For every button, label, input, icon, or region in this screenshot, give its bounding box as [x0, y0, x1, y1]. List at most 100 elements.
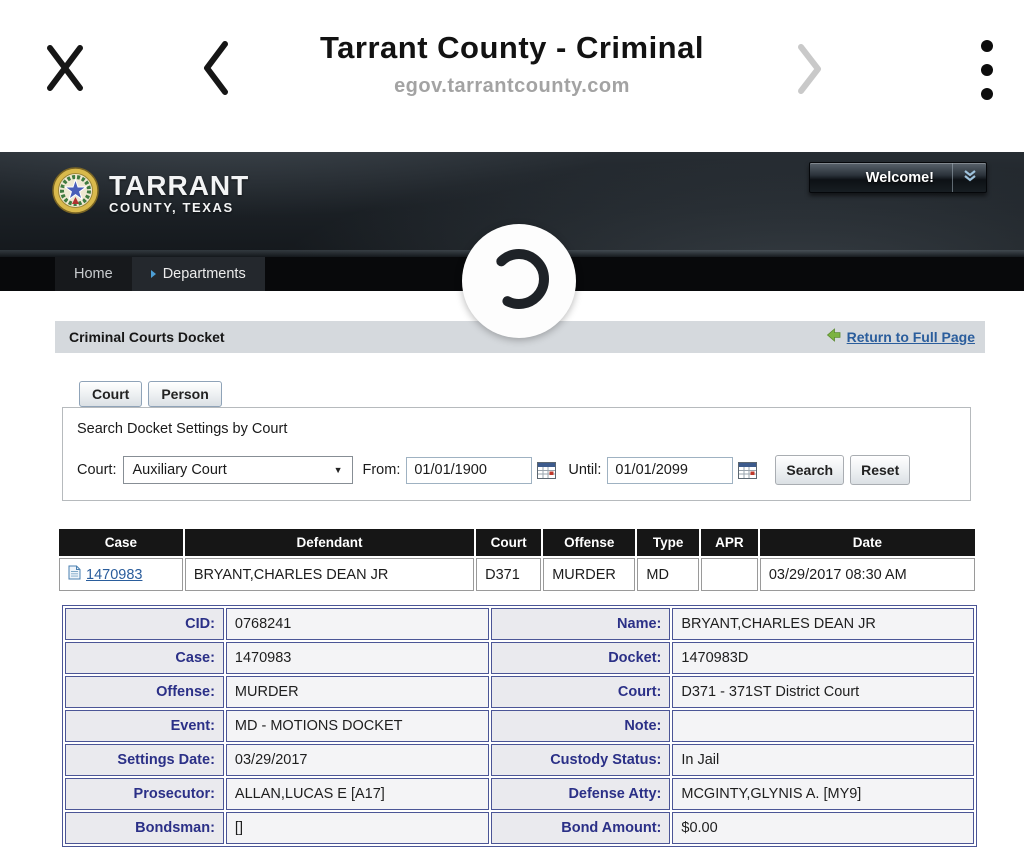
court-cell: D371 — [476, 558, 541, 591]
nav-arrow-icon — [151, 270, 156, 278]
col-offense: Offense — [543, 529, 635, 556]
offense-label: Offense: — [65, 676, 224, 708]
col-court: Court — [476, 529, 541, 556]
court-label: Court: — [491, 676, 671, 708]
overflow-menu-button[interactable] — [980, 34, 994, 109]
welcome-dropdown-toggle[interactable] — [953, 163, 986, 192]
case-detail-table: CID: 0768241 Name: BRYANT,CHARLES DEAN J… — [62, 605, 977, 847]
reset-button[interactable]: Reset — [850, 455, 910, 485]
defense-atty-label: Defense Atty: — [491, 778, 671, 810]
docket-content: Criminal Courts Docket Return to Full Pa… — [55, 321, 985, 847]
case-number: 1470983 — [86, 567, 142, 583]
court-label: Court: — [77, 462, 117, 478]
event-label: Event: — [65, 710, 224, 742]
page-title-block: Tarrant County - Criminal egov.tarrantco… — [262, 30, 762, 98]
kebab-menu-icon — [980, 94, 994, 109]
defendant-cell: BRYANT,CHARLES DEAN JR — [185, 558, 474, 591]
court-select-value: Auxiliary Court — [133, 462, 227, 478]
close-icon — [42, 82, 88, 97]
settings-date-label: Settings Date: — [65, 744, 224, 776]
nav-home-label: Home — [74, 266, 113, 282]
custody-status-value: In Jail — [672, 744, 974, 776]
section-title: Criminal Courts Docket — [69, 329, 225, 345]
case-value: 1470983 — [226, 642, 489, 674]
prosecutor-value: ALLAN,LUCAS E [A17] — [226, 778, 489, 810]
col-apr: APR — [701, 529, 758, 556]
results-header-row: Case Defendant Court Offense Type APR Da… — [59, 529, 975, 556]
until-label: Until: — [568, 462, 601, 478]
docket-value: 1470983D — [672, 642, 974, 674]
defense-atty-value: MCGINTY,GLYNIS A. [MY9] — [672, 778, 974, 810]
logo-text: TARRANT COUNTY, TEXAS — [109, 172, 249, 215]
court-value: D371 - 371ST District Court — [672, 676, 974, 708]
nav-departments-label: Departments — [163, 266, 246, 282]
county-logo[interactable]: TARRANT COUNTY, TEXAS — [52, 167, 249, 219]
welcome-button[interactable]: Welcome! — [809, 162, 987, 193]
logo-county-state: COUNTY, TEXAS — [109, 200, 249, 215]
note-label: Note: — [491, 710, 671, 742]
bond-amount-label: Bond Amount: — [491, 812, 671, 844]
until-date-input[interactable] — [607, 457, 733, 484]
court-select[interactable]: Auxiliary Court ▼ — [123, 456, 353, 484]
offense-value: MURDER — [226, 676, 489, 708]
detail-row-settings-custody: Settings Date: 03/29/2017 Custody Status… — [65, 744, 974, 776]
search-heading: Search Docket Settings by Court — [77, 421, 970, 437]
detail-row-event-note: Event: MD - MOTIONS DOCKET Note: — [65, 710, 974, 742]
welcome-label: Welcome! — [810, 163, 952, 192]
green-left-arrow-icon — [826, 328, 841, 347]
forward-button[interactable] — [796, 42, 824, 99]
date-cell: 03/29/2017 08:30 AM — [760, 558, 975, 591]
name-value: BRYANT,CHARLES DEAN JR — [672, 608, 974, 640]
return-to-full-page[interactable]: Return to Full Page — [826, 328, 975, 347]
bondsman-value: [] — [226, 812, 489, 844]
loading-spinner — [462, 224, 576, 338]
calendar-icon — [537, 467, 556, 482]
cid-value: 0768241 — [226, 608, 489, 640]
case-number-link[interactable]: 1470983 — [68, 565, 142, 584]
name-label: Name: — [491, 608, 671, 640]
apr-cell — [701, 558, 758, 591]
tab-person[interactable]: Person — [148, 381, 221, 407]
return-link[interactable]: Return to Full Page — [847, 329, 975, 345]
nav-item-home[interactable]: Home — [55, 257, 132, 291]
detail-row-prosecutor-defense: Prosecutor: ALLAN,LUCAS E [A17] Defense … — [65, 778, 974, 810]
offense-cell: MURDER — [543, 558, 635, 591]
type-cell: MD — [637, 558, 698, 591]
page-url: egov.tarrantcounty.com — [262, 75, 762, 98]
prosecutor-label: Prosecutor: — [65, 778, 224, 810]
back-button[interactable] — [200, 38, 230, 101]
detail-row-bondsman-bond: Bondsman: [] Bond Amount: $0.00 — [65, 812, 974, 844]
spinner-arc-icon — [487, 247, 551, 316]
search-mode-tabs: Court Person — [79, 381, 985, 407]
search-form-row: Court: Auxiliary Court ▼ From: Until: — [77, 455, 970, 485]
settings-date-value: 03/29/2017 — [226, 744, 489, 776]
detail-row-offense-court: Offense: MURDER Court: D371 - 371ST Dist… — [65, 676, 974, 708]
bondsman-label: Bondsman: — [65, 812, 224, 844]
bond-amount-value: $0.00 — [672, 812, 974, 844]
document-icon — [68, 565, 81, 584]
from-calendar-button[interactable] — [537, 462, 556, 479]
close-tab-button[interactable] — [42, 40, 88, 97]
double-chevron-down-icon — [963, 169, 977, 187]
tab-court[interactable]: Court — [79, 381, 142, 407]
detail-row-case-docket: Case: 1470983 Docket: 1470983D — [65, 642, 974, 674]
case-label: Case: — [65, 642, 224, 674]
col-date: Date — [760, 529, 975, 556]
custody-status-label: Custody Status: — [491, 744, 671, 776]
nav-item-departments[interactable]: Departments — [132, 257, 265, 291]
county-seal-icon — [52, 167, 99, 219]
from-label: From: — [363, 462, 401, 478]
event-value: MD - MOTIONS DOCKET — [226, 710, 489, 742]
cid-label: CID: — [65, 608, 224, 640]
until-calendar-button[interactable] — [738, 462, 757, 479]
col-type: Type — [637, 529, 698, 556]
forward-arrow-icon — [796, 84, 824, 99]
results-table: Case Defendant Court Offense Type APR Da… — [57, 527, 977, 593]
note-value — [672, 710, 974, 742]
select-caret-icon: ▼ — [334, 465, 343, 475]
search-button[interactable]: Search — [775, 455, 844, 485]
table-row: 1470983 BRYANT,CHARLES DEAN JR D371 MURD… — [59, 558, 975, 591]
docket-label: Docket: — [491, 642, 671, 674]
from-date-input[interactable] — [406, 457, 532, 484]
logo-county-name: TARRANT — [109, 172, 249, 200]
